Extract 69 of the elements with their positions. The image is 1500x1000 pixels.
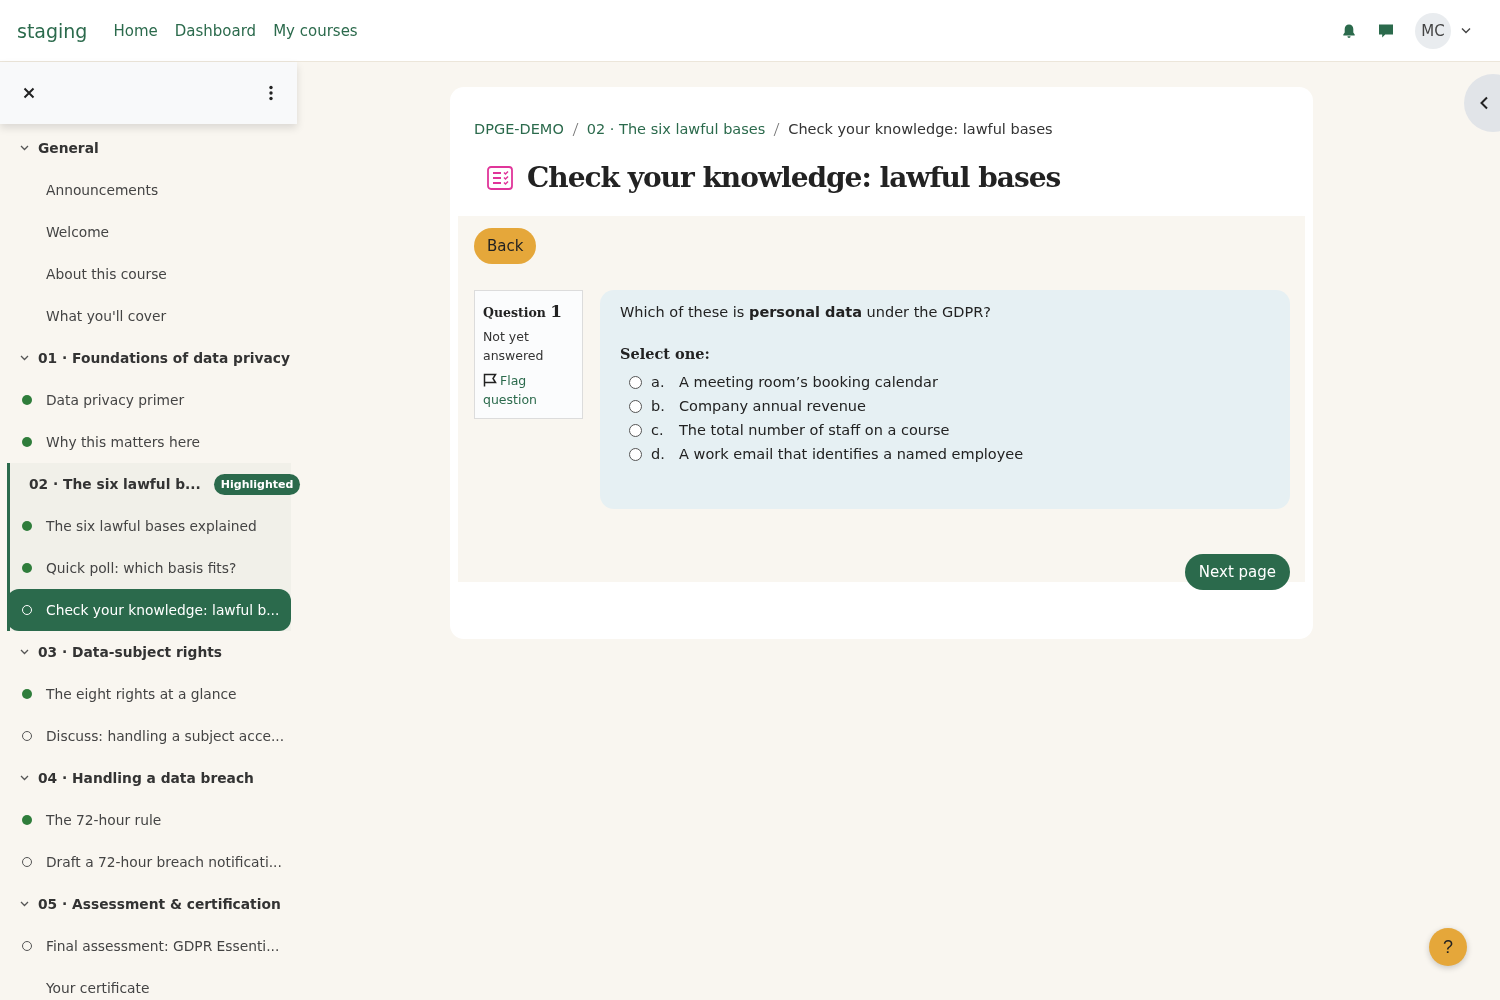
- chevron-icon[interactable]: [20, 901, 29, 907]
- back-button[interactable]: Back: [474, 228, 537, 264]
- option-text[interactable]: A meeting room’s booking calendar: [679, 374, 938, 390]
- question-text: Which of these is personal data under the GDPR?: [620, 304, 992, 320]
- course-item[interactable]: Announcements: [10, 169, 291, 211]
- course-item[interactable]: Draft a 72-hour breach notificati...: [10, 841, 291, 883]
- next-page-button[interactable]: Next page: [1184, 554, 1290, 590]
- nav-link[interactable]: Dashboard: [174, 21, 257, 40]
- section-title[interactable]: 02 · The six lawful b...: [29, 476, 201, 492]
- option-text[interactable]: The total number of staff on a course: [679, 422, 950, 438]
- option-text[interactable]: Company annual revenue: [679, 398, 866, 414]
- option-letter: b.: [651, 398, 666, 414]
- breadcrumb-link[interactable]: DPGE-DEMO: [474, 121, 564, 137]
- section-title[interactable]: 01 · Foundations of data privacy: [38, 350, 290, 366]
- flag-question-link[interactable]: Flag question: [483, 371, 574, 409]
- user-avatar[interactable]: MC: [1415, 12, 1451, 49]
- nav-link[interactable]: My courses: [273, 21, 358, 40]
- radio-button[interactable]: [629, 423, 642, 437]
- caret-icon[interactable]: [1461, 27, 1471, 34]
- completed-dot: [22, 815, 32, 825]
- course-item[interactable]: About this course: [10, 253, 291, 295]
- section-title[interactable]: 05 · Assessment & certification: [38, 896, 281, 912]
- option-letter: d.: [651, 446, 666, 462]
- chevron-icon[interactable]: [20, 145, 29, 151]
- course-item[interactable]: Final assessment: GDPR Essenti...: [10, 925, 291, 967]
- course-item[interactable]: What you'll cover: [10, 295, 291, 337]
- question-number: Question 1: [483, 301, 564, 321]
- course-item[interactable]: The eight rights at a glance: [10, 673, 291, 715]
- completed-dot: [22, 395, 32, 405]
- radio-button[interactable]: [629, 447, 642, 461]
- course-item[interactable]: Quick poll: which basis fits?: [10, 547, 291, 589]
- radio-button[interactable]: [629, 375, 642, 389]
- site-name[interactable]: staging: [17, 19, 88, 42]
- course-item[interactable]: Check your knowledge: lawful b...: [7, 589, 291, 631]
- option-letter: a.: [651, 374, 666, 390]
- quiz-icon: [487, 165, 513, 190]
- course-item[interactable]: Welcome: [10, 211, 291, 253]
- page-title: Check your knowledge: lawful bases: [527, 161, 1061, 194]
- radio-button[interactable]: [629, 399, 642, 413]
- question-state: Not yet answered: [483, 328, 545, 365]
- option-letter: c.: [651, 422, 665, 438]
- course-item[interactable]: Discuss: handling a subject acce...: [10, 715, 291, 757]
- highlighted-badge: Highlighted: [213, 473, 301, 495]
- help-button[interactable]: ?: [1429, 928, 1467, 966]
- more-icon[interactable]: [269, 85, 273, 101]
- chevron-left-icon[interactable]: [1479, 96, 1489, 110]
- flag-icon[interactable]: [483, 373, 498, 387]
- completed-dot: [22, 563, 32, 573]
- course-item[interactable]: Why this matters here: [10, 421, 291, 463]
- course-item[interactable]: The six lawful bases explained: [10, 505, 291, 547]
- chevron-icon[interactable]: [20, 355, 29, 361]
- completed-dot: [22, 437, 32, 447]
- chevron-icon[interactable]: [20, 775, 29, 781]
- course-item[interactable]: Your certificate: [10, 967, 291, 1000]
- chevron-icon[interactable]: [20, 649, 29, 655]
- course-item[interactable]: The 72-hour rule: [10, 799, 291, 841]
- section-title[interactable]: 04 · Handling a data breach: [38, 770, 254, 786]
- select-prompt: Select one:: [620, 345, 711, 362]
- nav-link[interactable]: Home: [113, 21, 158, 40]
- section-title[interactable]: General: [38, 140, 99, 156]
- option-text[interactable]: A work email that identifies a named employee: [679, 446, 1024, 462]
- course-item[interactable]: Data privacy primer: [10, 379, 291, 421]
- breadcrumb-current: Check your knowledge: lawful bases: [788, 121, 1053, 137]
- completed-dot: [22, 689, 32, 699]
- section-title[interactable]: 03 · Data-subject rights: [38, 644, 223, 660]
- breadcrumb-link[interactable]: 02 · The six lawful bases: [586, 121, 766, 137]
- completed-dot: [22, 521, 32, 531]
- bell-icon[interactable]: [1341, 22, 1357, 39]
- close-icon[interactable]: [23, 87, 35, 99]
